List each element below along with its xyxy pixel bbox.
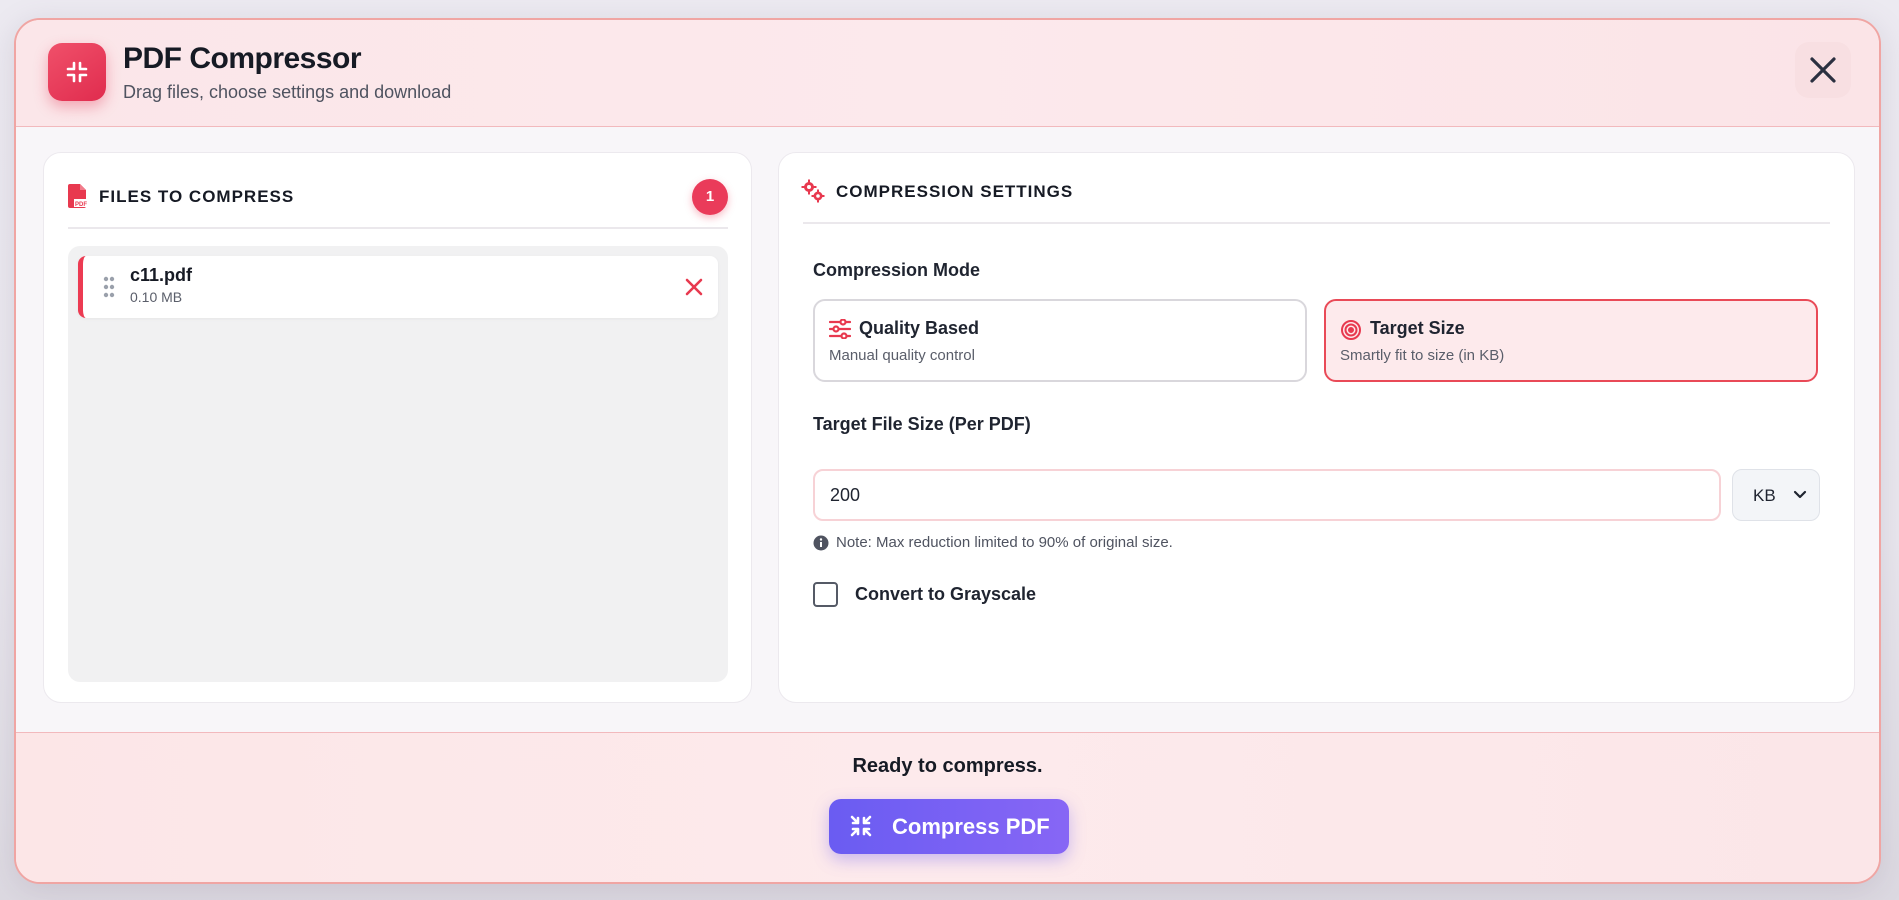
app-subtitle: Drag files, choose settings and download — [123, 82, 452, 102]
compress-pdf-button[interactable]: Compress PDF — [829, 799, 1069, 854]
files-panel: PDF FILES TO COMPRESS 1 c11.pdf 0.10 MB — [43, 152, 752, 703]
file-count-badge: 1 — [692, 179, 728, 215]
sliders-icon — [829, 319, 851, 339]
compression-mode-label: Compression Mode — [813, 260, 981, 280]
grayscale-checkbox[interactable] — [813, 582, 838, 607]
file-size: 0.10 MB — [130, 289, 183, 305]
target-icon — [1341, 320, 1361, 340]
app-title: PDF Compressor — [123, 42, 362, 75]
svg-text:PDF: PDF — [75, 202, 87, 208]
settings-divider — [803, 222, 1830, 224]
settings-panel-title: COMPRESSION SETTINGS — [836, 182, 1074, 201]
gears-icon — [801, 179, 825, 203]
grayscale-label[interactable]: Convert to Grayscale — [855, 584, 1036, 605]
pdf-file-icon: PDF — [68, 184, 88, 208]
compressor-dialog: PDF Compressor Drag files, choose settin… — [14, 18, 1881, 884]
file-list-item[interactable]: c11.pdf 0.10 MB — [78, 256, 718, 318]
mode-target-desc: Smartly fit to size (in KB) — [1340, 347, 1505, 364]
compress-arrows-icon — [850, 815, 872, 837]
unit-select[interactable]: KB — [1732, 469, 1820, 521]
files-panel-title: FILES TO COMPRESS — [99, 187, 295, 206]
dialog-footer: Ready to compress. Compress PDF — [16, 732, 1879, 882]
mode-quality-title: Quality Based — [859, 318, 980, 338]
settings-panel: COMPRESSION SETTINGS Compression Mode Qu… — [778, 152, 1855, 703]
chevron-down-icon — [1793, 490, 1807, 499]
close-button[interactable] — [1795, 42, 1851, 98]
file-drop-area[interactable]: c11.pdf 0.10 MB — [68, 246, 728, 682]
close-icon — [1810, 57, 1836, 83]
mode-quality-based[interactable]: Quality Based Manual quality control — [813, 299, 1307, 382]
status-text: Ready to compress. — [852, 755, 1043, 777]
dialog-header: PDF Compressor Drag files, choose settin… — [16, 20, 1879, 127]
remove-file-icon[interactable] — [684, 277, 704, 297]
mode-quality-desc: Manual quality control — [829, 347, 975, 364]
files-divider — [68, 227, 728, 229]
mode-target-title: Target Size — [1370, 318, 1465, 338]
target-size-input[interactable] — [813, 469, 1721, 521]
compress-icon — [66, 61, 88, 83]
file-name: c11.pdf — [130, 265, 193, 285]
mode-target-size[interactable]: Target Size Smartly fit to size (in KB) — [1324, 299, 1818, 382]
drag-handle-icon[interactable] — [103, 275, 115, 299]
app-logo — [48, 43, 106, 101]
unit-select-value: KB — [1753, 486, 1776, 505]
info-icon — [813, 535, 829, 551]
size-note: Note: Max reduction limited to 90% of or… — [836, 534, 1173, 551]
target-size-label: Target File Size (Per PDF) — [813, 414, 1031, 434]
compress-pdf-label: Compress PDF — [892, 814, 1050, 839]
